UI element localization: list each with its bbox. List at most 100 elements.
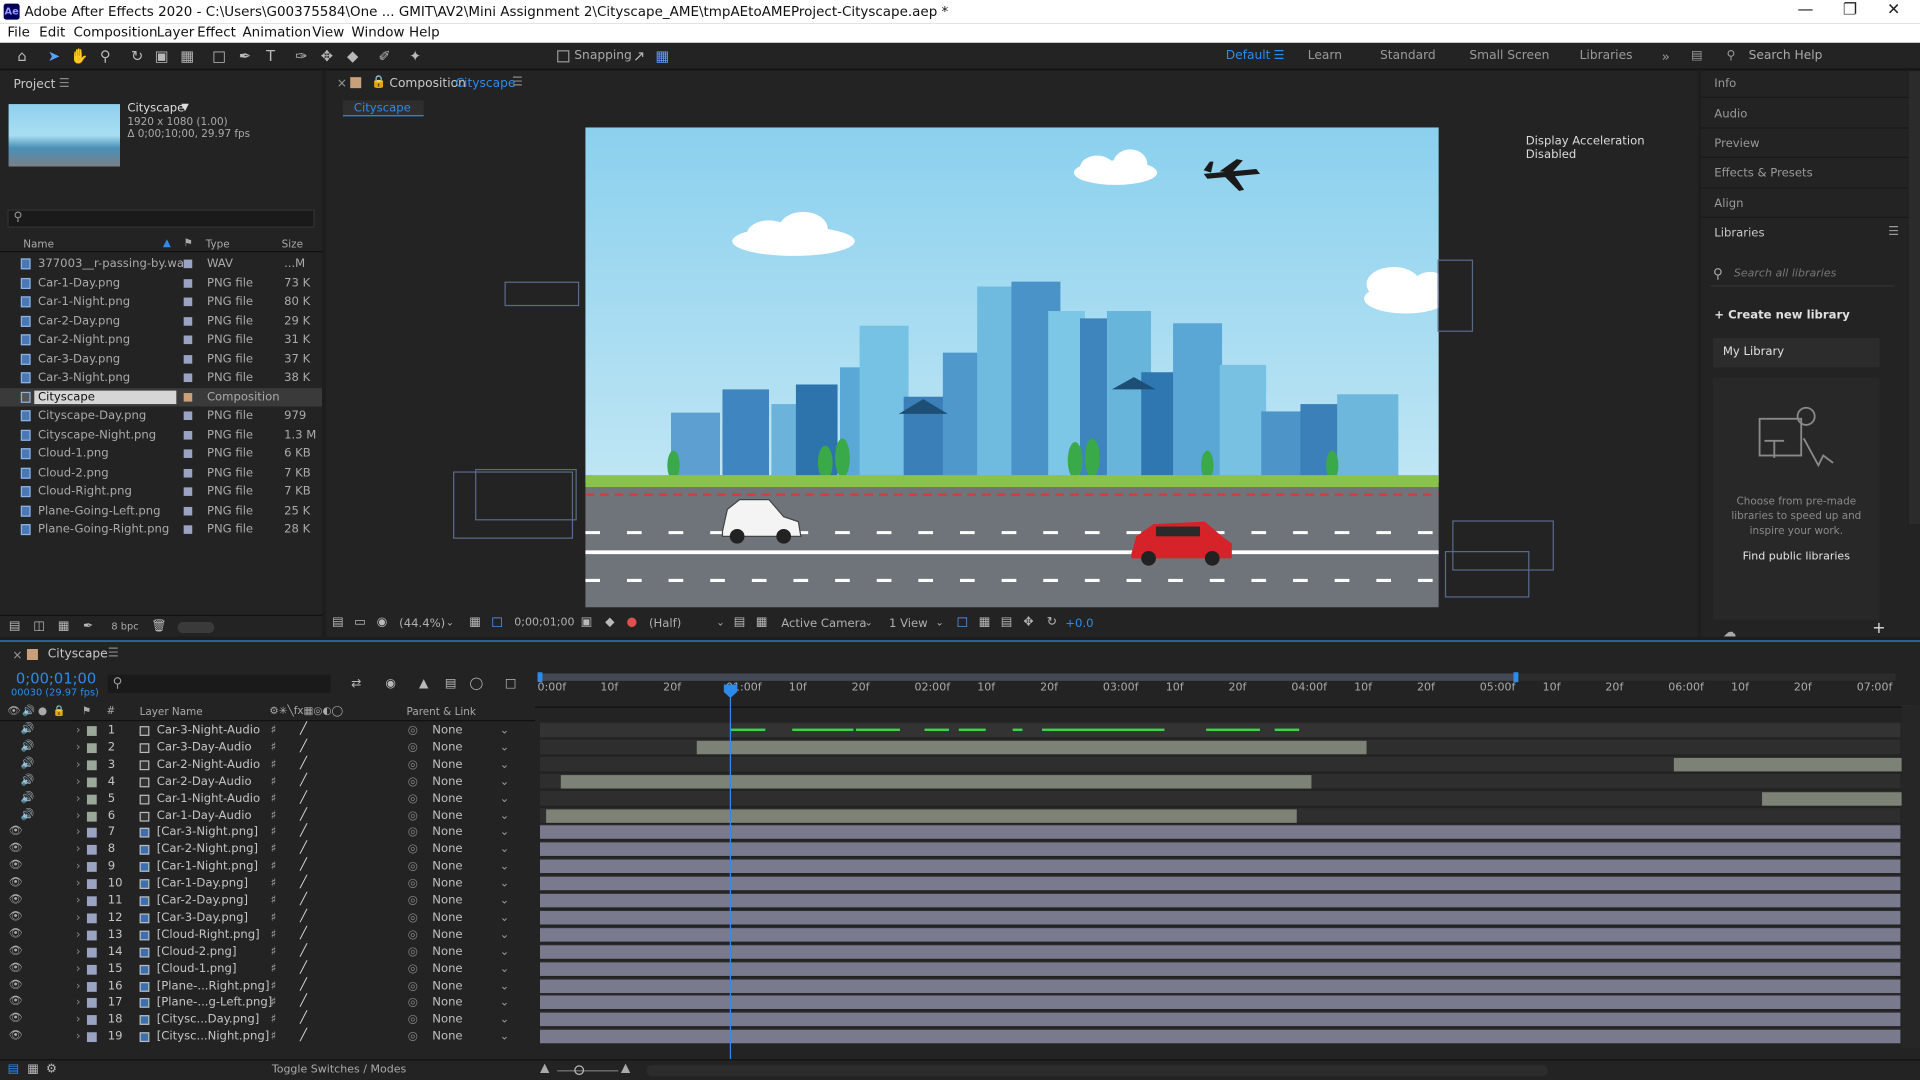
quality-switch-icon[interactable]: ╱ [300,961,307,974]
project-search-input[interactable]: ⚲ [7,209,315,228]
layer-name[interactable]: [Car-2-Night.png] [157,843,258,856]
shy-layers-icon[interactable]: ▲ [414,675,434,695]
quality-switch-icon[interactable]: ╱ [300,927,307,940]
project-item[interactable]: Car-2-Day.png PNG file 29 K [0,312,322,331]
layer-row[interactable]: 👁 › 19 [Citysc...Night.png] ♯ ╱ ◎ None ⌄ [0,1029,535,1046]
layer-duration-bar[interactable] [540,978,1901,993]
timeline-tab[interactable]: Cityscape [48,648,108,661]
shy-switch-icon[interactable]: ♯ [271,741,277,754]
menu-window[interactable]: Window [351,24,404,40]
expand-arrow-icon[interactable]: › [76,792,81,805]
expand-arrow-icon[interactable]: › [76,809,81,822]
pick-whip-icon[interactable]: ◎ [408,775,418,788]
chevron-down-icon[interactable]: ⌄ [500,894,510,907]
label-swatch[interactable] [183,373,193,383]
quality-switch-icon[interactable]: ╱ [300,808,307,821]
speaker-icon[interactable]: 🔊 [21,775,35,787]
chevron-down-icon[interactable]: ⌄ [500,826,510,839]
parent-link-column[interactable]: Parent & Link [407,707,476,719]
workspace-menu-icon[interactable]: ☰ [1273,49,1284,62]
chevron-down-icon[interactable]: ⌄ [500,911,510,924]
project-item[interactable]: Car-1-Night.png PNG file 80 K [0,293,322,312]
panel-scrollbar[interactable] [1908,71,1920,525]
label-swatch[interactable] [86,947,97,958]
layer-duration-bar[interactable] [540,910,1901,925]
resolution-dropdown[interactable]: (Half) [649,617,681,630]
layer-name[interactable]: [Car-1-Night.png] [157,860,258,873]
layer-name[interactable]: [Citysc...Night.png] [157,1030,270,1043]
label-swatch[interactable] [183,430,193,439]
layer-name[interactable]: [Car-3-Day.png] [157,911,248,924]
layer-switches-icon[interactable]: ▤ [4,1060,24,1080]
layer-row[interactable]: 👁 › 16 [Plane-...Right.png] ♯ ╱ ◎ None ⌄ [0,978,535,995]
layer-duration-bar[interactable] [540,1013,1901,1027]
comp-tab-name[interactable]: Cityscape [456,77,516,90]
parent-dropdown[interactable]: None [432,758,462,771]
layer-duration-bar[interactable] [696,740,1367,755]
project-item[interactable]: Cloud-2.png PNG file 7 KB [0,463,322,482]
parent-dropdown[interactable]: None [432,979,462,992]
label-column-icon[interactable]: ⚑ [82,705,91,717]
parent-dropdown[interactable]: None [432,996,462,1009]
info-panel-tab[interactable]: Info [1714,77,1736,90]
expand-arrow-icon[interactable]: › [76,928,81,941]
layer-row[interactable]: 👁 › 9 [Car-1-Night.png] ♯ ╱ ◎ None ⌄ [0,859,535,876]
pick-whip-icon[interactable]: ◎ [408,928,418,941]
expand-arrow-icon[interactable]: › [76,996,81,1009]
find-public-libraries-link[interactable]: Find public libraries [1713,551,1880,563]
chevron-down-icon[interactable]: ⌄ [500,860,510,873]
label-swatch[interactable] [183,259,193,269]
pick-whip-icon[interactable]: ◎ [408,843,418,856]
project-item[interactable]: Cloud-1.png PNG file 6 KB [0,444,322,463]
snapping-checkbox[interactable] [557,50,570,63]
layer-duration-bar[interactable] [540,893,1901,908]
quality-switch-icon[interactable]: ╱ [300,978,307,991]
label-swatch[interactable] [86,1032,97,1043]
project-item[interactable]: Car-1-Day.png PNG file 73 K [0,274,322,293]
minimize-icon[interactable]: — [1798,1,1814,19]
layer-duration-bar[interactable] [1762,791,1906,806]
audio-toggle-icon[interactable]: 🔊 [22,705,35,717]
bit-depth-label[interactable]: 8 bpc [111,621,138,632]
chevron-down-icon[interactable]: ⌄ [500,1013,510,1026]
restore-icon[interactable]: ❐ [1843,1,1857,19]
shy-switch-icon[interactable]: ♯ [271,1030,277,1043]
views-dropdown[interactable]: 1 View [889,617,928,630]
graph-editor-icon[interactable]: □ [501,675,521,695]
frame-blending-icon[interactable]: ▤ [441,675,461,695]
label-swatch[interactable] [86,828,97,839]
pick-whip-icon[interactable]: ◎ [408,758,418,771]
pick-whip-icon[interactable]: ◎ [408,894,418,907]
pick-whip-icon[interactable]: ◎ [408,860,418,873]
layer-name[interactable]: [Citysc...Day.png] [157,1013,260,1026]
expand-arrow-icon[interactable]: › [76,724,81,737]
chevron-down-icon[interactable]: ⌄ [500,979,510,992]
pick-whip-icon[interactable]: ◎ [408,792,418,805]
label-swatch[interactable] [86,981,97,992]
parent-dropdown[interactable]: None [432,741,462,754]
interpret-footage-icon[interactable]: ▤ [5,617,25,637]
layer-name[interactable]: [Car-1-Day.png] [157,877,248,890]
layer-name[interactable]: [Plane-...g-Left.png] [157,996,273,1009]
shy-switch-icon[interactable]: ♯ [271,843,277,856]
label-swatch[interactable] [86,930,97,941]
chevron-down-icon[interactable]: ⌄ [500,724,510,737]
flowchart-icon[interactable]: ✥ [1019,613,1039,633]
chevron-down-icon[interactable]: ⌄ [500,758,510,771]
expand-arrow-icon[interactable]: › [76,894,81,907]
layer-duration-bar[interactable] [540,927,1901,942]
chevron-down-icon[interactable]: ⌄ [936,617,944,628]
menu-file[interactable]: File [7,24,30,40]
size-column[interactable]: Size [282,239,303,251]
chevron-down-icon[interactable]: ▼ [181,102,189,113]
speaker-icon[interactable]: 🔊 [21,809,35,821]
timeline-zoom-knob[interactable] [574,1065,585,1076]
zoom-out-icon[interactable]: ▲ [540,1062,549,1075]
menu-effect[interactable]: Effect [197,24,236,40]
workspace-standard[interactable]: Standard [1380,49,1436,62]
exposure-value[interactable]: +0.0 [1065,617,1093,630]
always-preview-icon[interactable]: ▤ [328,613,348,633]
close-tab-icon[interactable]: × [337,77,347,90]
label-swatch[interactable] [183,354,193,364]
selection-tool-icon[interactable]: ➤ [44,47,64,67]
